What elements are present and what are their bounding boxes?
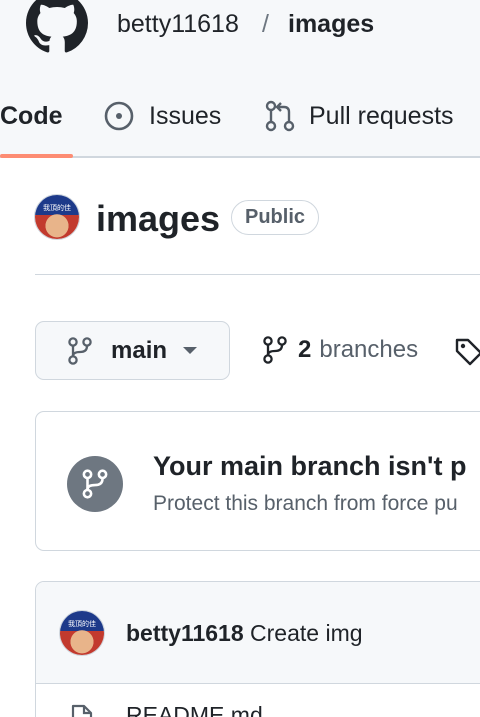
git-branch-icon (68, 336, 92, 365)
tab-code-label: Code (0, 101, 63, 130)
protect-branch-icon (67, 456, 123, 512)
branches-label: branches (319, 336, 419, 363)
pull-request-icon (265, 100, 295, 132)
protect-description: Protect this branch from force pu (153, 492, 458, 515)
breadcrumb-separator: / (262, 10, 269, 38)
active-tab-underline (0, 154, 73, 158)
branches-link[interactable]: 2 branches (262, 336, 418, 364)
avatar-text: 我頂的佳 (43, 205, 71, 212)
commit-author-avatar[interactable]: 我頂的佳 (59, 610, 105, 656)
repo-owner-avatar[interactable]: 我頂的佳 (34, 194, 80, 240)
branch-selector-button[interactable]: main (35, 321, 230, 380)
commit-summary: betty11618 Create img (126, 620, 363, 647)
tab-pull-requests[interactable]: Pull requests (265, 98, 454, 134)
file-name[interactable]: README.md (126, 702, 263, 717)
file-icon (71, 704, 93, 717)
git-branch-icon (263, 336, 287, 364)
latest-commit: 我頂的佳 betty11618 Create img (36, 582, 480, 684)
commit-message[interactable]: Create img (250, 620, 362, 646)
tab-issues[interactable]: Issues (103, 98, 221, 134)
repo-header: betty11618 / images Code Issues Pull req… (0, 0, 480, 158)
protect-title: Your main branch isn't p (153, 451, 467, 481)
tag-icon[interactable] (454, 337, 480, 367)
repo-title[interactable]: images (96, 198, 220, 240)
branch-count: 2 (298, 336, 312, 363)
tab-code[interactable]: Code (0, 98, 63, 134)
list-item[interactable]: README.md (36, 684, 480, 717)
divider (35, 274, 480, 275)
tab-pull-requests-label: Pull requests (309, 101, 454, 130)
file-browser: 我頂的佳 betty11618 Create img README.md (35, 581, 480, 717)
tab-issues-label: Issues (149, 101, 222, 130)
issue-circle-icon (104, 101, 134, 131)
repo-link[interactable]: images (288, 10, 374, 39)
branch-protection-banner: Your main branch isn't p Protect this br… (35, 411, 480, 551)
owner-link[interactable]: betty11618 (117, 10, 239, 39)
visibility-badge: Public (231, 200, 320, 235)
commit-author[interactable]: betty11618 (126, 620, 244, 646)
github-logo-icon[interactable] (26, 0, 88, 54)
branch-name: main (111, 336, 168, 364)
chevron-down-icon (183, 347, 198, 354)
